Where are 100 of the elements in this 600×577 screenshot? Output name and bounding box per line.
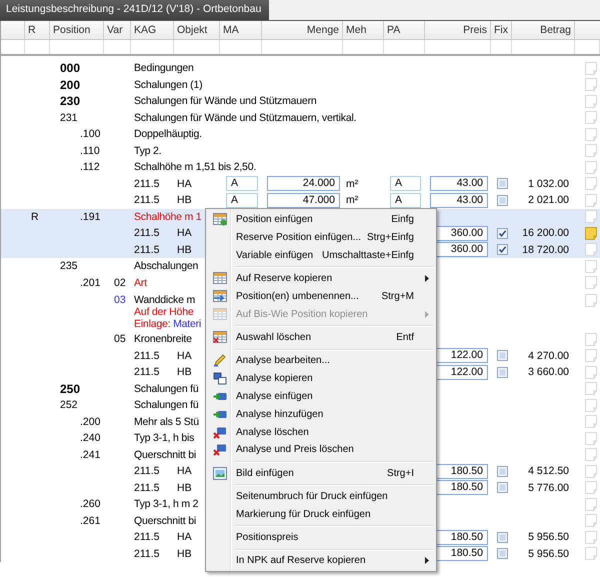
empty-note-icon[interactable] [585,160,597,174]
kag-code: 211.5 [134,531,160,544]
empty-note-icon[interactable] [585,144,597,158]
object-code: HA [177,227,192,240]
menu-item[interactable]: Auf Reserve kopieren [208,270,434,288]
description-text: Typ 3-1, h bis [134,432,194,444]
column-header[interactable]: Preis [425,21,491,39]
position-number: 231 [60,112,78,124]
empty-note-icon[interactable] [585,210,597,224]
empty-note-icon[interactable] [585,464,597,478]
table-plus-icon [213,213,227,226]
unit-text: m² [346,178,358,190]
empty-note-icon[interactable] [585,128,597,141]
column-header[interactable]: Objekt [174,21,220,39]
fix-checkbox[interactable] [497,532,508,543]
empty-note-icon[interactable] [585,366,597,379]
empty-note-icon[interactable] [585,276,597,290]
amount-text: 18 720.00 [522,244,569,256]
amount-text: 1 032.00 [528,178,569,190]
object-code: HB [177,244,192,256]
menu-item[interactable]: Position(en) umbenennen... Strg+M [208,288,434,306]
position-number: 235 [60,260,78,272]
pa-field[interactable]: A [390,176,421,192]
column-header[interactable]: Menge [262,21,343,39]
fix-checkbox[interactable] [497,244,508,256]
ma-field[interactable]: A [226,176,258,192]
empty-note-icon[interactable] [585,111,597,124]
empty-note-icon[interactable] [585,498,597,511]
fix-checkbox[interactable] [497,366,508,378]
object-code: HA [177,531,192,544]
fix-checkbox[interactable] [497,194,508,206]
menu-item[interactable]: Markierung für Druck einfügen [208,505,434,524]
fix-checkbox[interactable] [497,350,508,362]
empty-note-icon[interactable] [585,514,597,528]
menu-item[interactable]: Analyse löschen [208,423,434,442]
menu-item[interactable]: Analyse und Preis löschen [208,441,434,459]
fix-checkbox[interactable] [497,228,508,239]
empty-note-icon[interactable] [585,332,597,346]
empty-note-icon[interactable] [585,260,597,273]
empty-note-icon[interactable] [585,382,597,396]
position-number: 000 [60,61,80,76]
price-field[interactable]: 43.00 [430,192,488,208]
empty-note-icon[interactable] [585,177,597,190]
column-header[interactable]: Fix [491,21,512,39]
menu-item[interactable]: Auswahl löschen Entf [208,328,434,347]
object-code: HB [177,366,192,378]
price-field[interactable]: 43.00 [430,176,488,192]
description-text: Typ 3-1, h m 2 [134,498,198,510]
delete-icon [213,426,227,439]
column-header[interactable]: PA [384,21,425,39]
description-text: Schalhöhe m 1,51 bis 2,50. [134,161,256,174]
fix-checkbox[interactable] [497,178,508,190]
empty-note-icon[interactable] [585,78,597,92]
amount-text: 16 200.00 [522,227,569,240]
variant-number: 05 [114,333,126,346]
column-header[interactable]: Var [104,21,131,39]
column-header[interactable]: Meh [343,21,384,39]
position-number: .191 [80,210,100,223]
empty-note-icon[interactable] [585,481,597,494]
description-text: Einlage: Materi [134,318,202,330]
empty-note-icon[interactable] [585,294,597,307]
amount-text: 5 956.50 [528,531,569,544]
reserve-mark: R [31,210,39,223]
description-text: Abschalungen [134,260,198,272]
pa-field[interactable]: A [390,192,421,208]
quantity-field[interactable]: 24.000 [267,176,340,192]
ma-field[interactable]: A [226,192,258,208]
table-icon [213,308,227,321]
column-header[interactable]: KAG [131,21,174,39]
description-text: Bedingungen [134,62,194,74]
object-code: HA [177,178,192,190]
empty-note-icon[interactable] [585,243,597,256]
fix-checkbox[interactable] [497,466,508,477]
menu-item[interactable]: Analyse hinzufügen [208,405,434,424]
note-icon[interactable] [585,226,597,240]
empty-note-icon[interactable] [585,194,597,207]
column-header[interactable]: R [25,21,50,39]
empty-note-icon[interactable] [585,398,597,412]
column-header[interactable]: MA [220,21,262,39]
fix-checkbox[interactable] [497,482,508,494]
position-number: .200 [80,416,100,428]
description-text: Wanddicke m [134,294,196,306]
object-code: HB [177,194,192,206]
description-text: Auf der Höhe [134,306,194,318]
empty-note-icon[interactable] [585,448,597,462]
document-tab[interactable]: Leistungsbeschreibung - 241D/12 (V'18) - Ortbetonbau [0,0,270,20]
table-icon [213,272,227,286]
fix-checkbox[interactable] [497,548,508,560]
menu-item[interactable]: Analyse einfügen [208,388,434,406]
empty-note-icon[interactable] [585,62,597,75]
column-header[interactable]: Betrag [512,21,575,39]
column-header[interactable]: Position [50,21,104,39]
empty-note-icon[interactable] [585,432,597,445]
empty-note-icon[interactable] [585,530,597,544]
empty-note-icon[interactable] [585,349,597,362]
empty-note-icon[interactable] [585,547,597,560]
kag-code: 211.5 [134,548,160,560]
quantity-field[interactable]: 47.000 [267,192,340,208]
empty-note-icon[interactable] [585,415,597,428]
empty-note-icon[interactable] [585,94,597,108]
